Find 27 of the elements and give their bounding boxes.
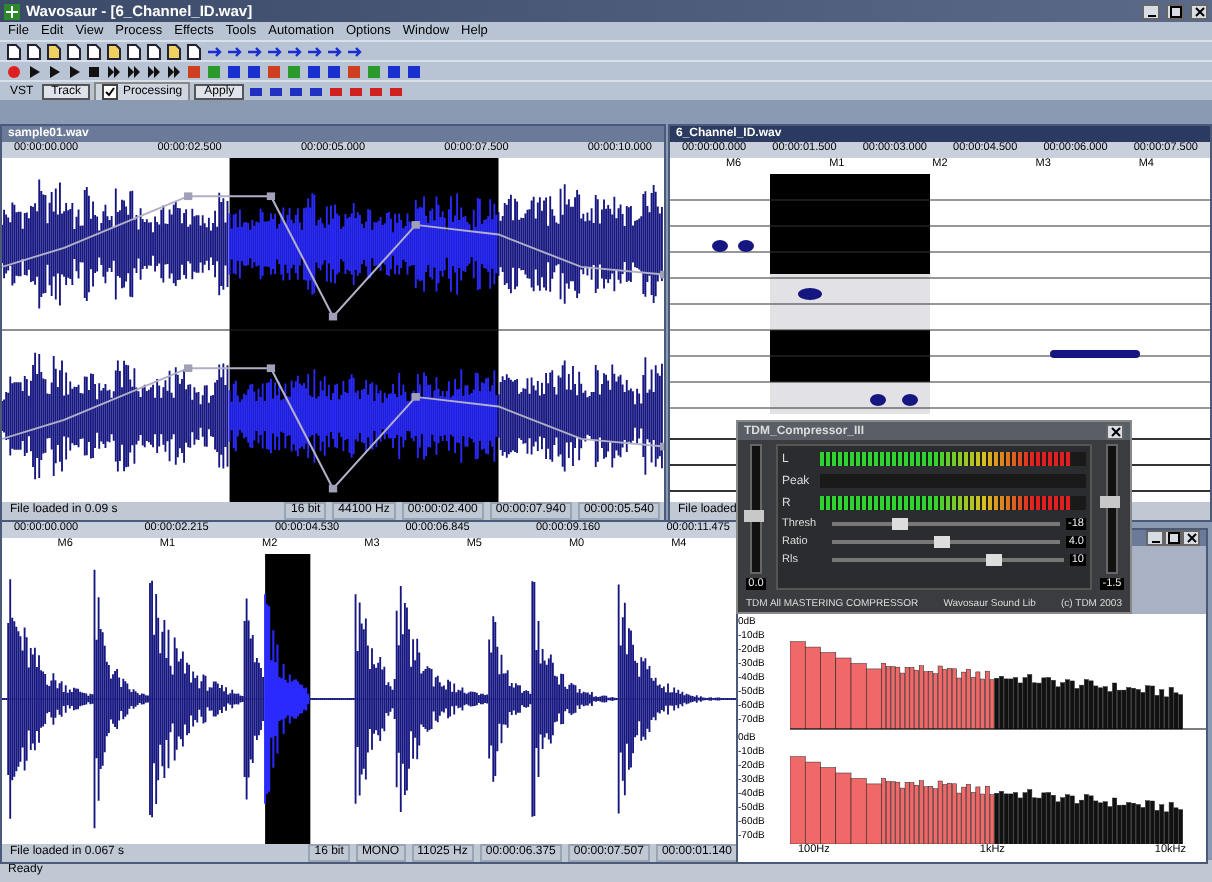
arrow-icon[interactable]	[326, 43, 342, 59]
maximize-icon	[1167, 532, 1179, 544]
maximize-button[interactable]	[1164, 530, 1182, 546]
arrow-icon[interactable]	[286, 43, 302, 59]
close-icon	[1193, 5, 1205, 17]
close-button[interactable]	[1190, 3, 1208, 19]
close-button[interactable]	[1182, 530, 1200, 546]
close-button[interactable]	[1106, 423, 1124, 439]
arrow-icon[interactable]	[266, 43, 282, 59]
fader-handle[interactable]	[744, 509, 764, 522]
maximize-button[interactable]	[1166, 3, 1184, 19]
close-icon	[1109, 425, 1121, 437]
checkmark-icon	[104, 85, 117, 97]
input-fader[interactable]	[750, 444, 762, 574]
output-fader[interactable]	[1106, 444, 1118, 574]
arrow-icon[interactable]	[206, 43, 222, 59]
maximize-icon	[1169, 5, 1181, 17]
arrow-icon[interactable]	[246, 43, 262, 59]
stop-icon[interactable]	[86, 63, 102, 79]
minimize-button[interactable]	[1142, 3, 1160, 19]
minimize-button[interactable]	[1146, 530, 1164, 546]
arrow-icon[interactable]	[346, 43, 362, 59]
fader-handle[interactable]	[1100, 496, 1120, 509]
close-icon	[1185, 532, 1197, 544]
arrow-icon[interactable]	[306, 43, 322, 59]
arrow-icon[interactable]	[226, 43, 242, 59]
app-icon	[4, 3, 20, 19]
